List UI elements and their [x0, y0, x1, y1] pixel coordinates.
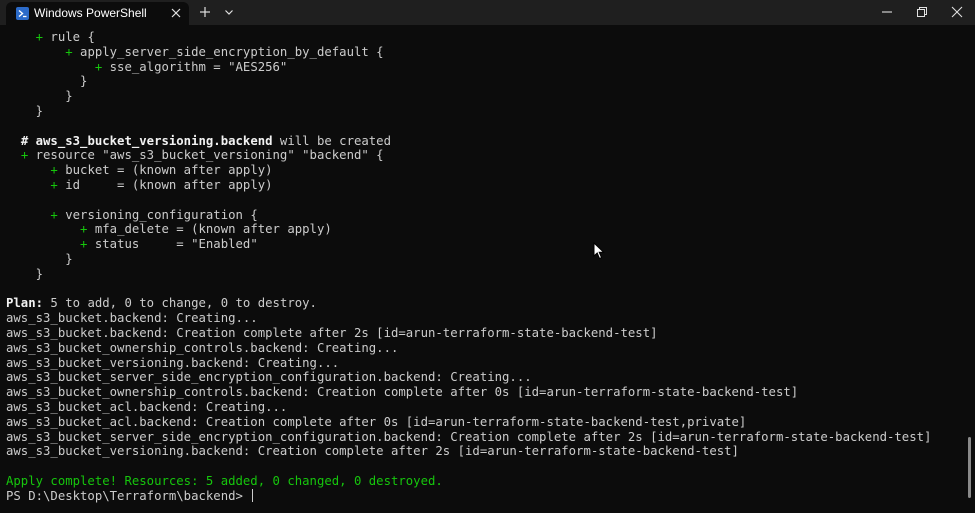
terminal-line: } [6, 252, 956, 267]
terminal-line: aws_s3_bucket.backend: Creation complete… [6, 326, 956, 341]
line-text: bucket = (known after apply) [57, 163, 273, 178]
terminal-line: + versioning_configuration { [6, 208, 956, 223]
terminal-line: + mfa_delete = (known after apply) [6, 222, 956, 237]
text-cursor [252, 488, 254, 502]
terminal-output[interactable]: + rule { + apply_server_side_encryption_… [6, 30, 956, 504]
tab-windows-powershell[interactable]: Windows PowerShell [6, 2, 189, 25]
line-text: rule { [43, 30, 95, 44]
terminal-line: aws_s3_bucket_ownership_controls.backend… [6, 341, 956, 356]
terminal-line: } [6, 89, 956, 104]
terminal-line: aws_s3_bucket.backend: Creating... [6, 311, 956, 326]
terminal-line: } [6, 74, 956, 89]
line-text: aws_s3_bucket_versioning.backend: Creati… [6, 444, 739, 459]
line-text: aws_s3_bucket_ownership_controls.backend… [6, 340, 399, 355]
line-text: versioning_configuration { [57, 207, 258, 222]
line-text: 5 to add, 0 to change, 0 to destroy. [43, 296, 317, 311]
line-text: aws_s3_bucket_ownership_controls.backend… [6, 385, 799, 400]
add-marker: + [50, 163, 58, 178]
line-text: PS D:\Desktop\Terraform\backend> [6, 488, 251, 503]
terminal-line: Apply complete! Resources: 5 added, 0 ch… [6, 474, 956, 489]
terminal-line: aws_s3_bucket_server_side_encryption_con… [6, 370, 956, 385]
terminal-line: } [6, 267, 956, 282]
terminal-line: } [6, 104, 956, 119]
line-text: } [35, 266, 44, 281]
line-text: aws_s3_bucket.backend: Creating... [6, 311, 258, 326]
line-text: aws_s3_bucket.backend: Creation complete… [6, 325, 658, 340]
terminal-line: + resource "aws_s3_bucket_versioning" "b… [6, 148, 956, 163]
terminal-line: aws_s3_bucket_acl.backend: Creating... [6, 400, 956, 415]
tab-title: Windows PowerShell [34, 6, 147, 20]
terminal-line: aws_s3_bucket_versioning.backend: Creati… [6, 356, 956, 371]
line-text: sse_algorithm = "AES256" [102, 59, 288, 74]
line-text: will be created [272, 133, 391, 148]
line-text: aws_s3_bucket_acl.backend: Creating... [6, 399, 288, 414]
window-close-icon[interactable] [950, 5, 964, 19]
restore-icon[interactable] [915, 5, 929, 19]
line-text: id = (known after apply) [57, 177, 273, 192]
add-marker: + [50, 207, 58, 222]
terminal-line: + id = (known after apply) [6, 178, 956, 193]
terminal-line: Plan: 5 to add, 0 to change, 0 to destro… [6, 296, 956, 311]
terminal-line: aws_s3_bucket_server_side_encryption_con… [6, 430, 956, 445]
title-bar: Windows PowerShell [0, 0, 975, 25]
bold-text: # aws_s3_bucket_versioning.backend [20, 133, 273, 148]
terminal-line: + apply_server_side_encryption_by_defaul… [6, 45, 956, 60]
line-text: aws_s3_bucket_acl.backend: Creation comp… [6, 414, 747, 429]
terminal-line: aws_s3_bucket_versioning.backend: Creati… [6, 444, 956, 459]
tab-close-icon[interactable] [169, 6, 183, 20]
powershell-icon [16, 7, 29, 20]
chevron-down-icon[interactable] [222, 5, 236, 19]
terminal-line: + status = "Enabled" [6, 237, 956, 252]
line-text: status = "Enabled" [87, 237, 258, 252]
line-text: } [65, 89, 73, 104]
terminal-line: aws_s3_bucket_acl.backend: Creation comp… [6, 415, 956, 430]
terminal-line: + rule { [6, 30, 956, 45]
line-text: } [65, 251, 73, 266]
line-text: aws_s3_bucket_versioning.backend: Creati… [6, 355, 340, 370]
terminal-line: # aws_s3_bucket_versioning.backend will … [6, 134, 956, 149]
add-marker: + [65, 44, 73, 59]
line-text: mfa_delete = (known after apply) [87, 222, 332, 237]
line-text: } [80, 74, 88, 89]
bold-text: Plan: [6, 296, 44, 311]
mouse-pointer-icon [593, 242, 605, 260]
new-tab-plus-icon[interactable] [198, 5, 212, 19]
line-text: resource "aws_s3_bucket_versioning" "bac… [28, 148, 384, 163]
terminal-line: aws_s3_bucket_ownership_controls.backend… [6, 385, 956, 400]
minimize-icon[interactable] [880, 5, 894, 19]
line-text: apply_server_side_encryption_by_default … [72, 44, 384, 59]
scrollbar[interactable] [968, 437, 971, 498]
line-text: aws_s3_bucket_server_side_encryption_con… [6, 429, 932, 444]
add-marker: + [35, 30, 44, 44]
terminal-line: + bucket = (known after apply) [6, 163, 956, 178]
success-message: Apply complete! Resources: 5 added, 0 ch… [6, 473, 443, 488]
line-text: aws_s3_bucket_server_side_encryption_con… [6, 370, 532, 385]
terminal-line: PS D:\Desktop\Terraform\backend> [6, 488, 956, 504]
terminal-line: + sse_algorithm = "AES256" [6, 60, 956, 75]
add-marker: + [50, 177, 58, 192]
line-text: } [35, 103, 44, 118]
